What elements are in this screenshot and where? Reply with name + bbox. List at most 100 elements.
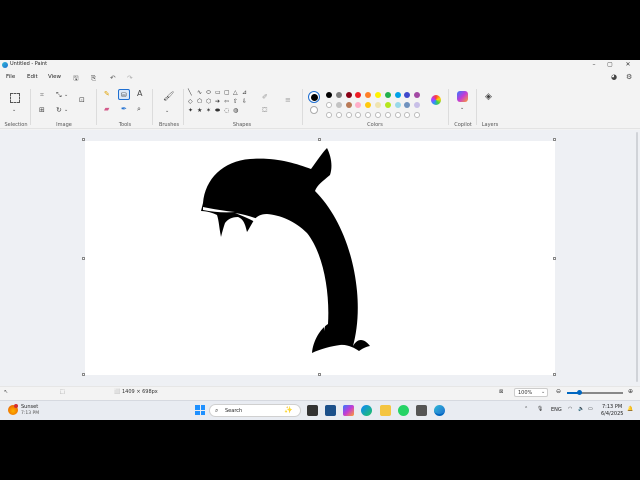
palette-swatch[interactable] bbox=[414, 102, 421, 108]
shape-item[interactable]: △ bbox=[233, 89, 238, 96]
image-select-icon[interactable]: ⊞ bbox=[39, 106, 45, 114]
secondary-color-swatch[interactable] bbox=[310, 106, 318, 114]
tray-overflow-chevron-icon[interactable]: ⌃ bbox=[524, 406, 528, 412]
palette-swatch[interactable] bbox=[326, 102, 332, 108]
palette-swatch[interactable] bbox=[365, 102, 372, 108]
zoom-in-icon[interactable]: ⊕ bbox=[628, 388, 633, 395]
zoom-slider[interactable] bbox=[567, 390, 623, 395]
shape-item[interactable]: ∿ bbox=[197, 89, 202, 96]
custom-color-slot[interactable] bbox=[335, 112, 342, 118]
edit-colors-icon[interactable] bbox=[431, 95, 441, 105]
maximize-button[interactable]: ▢ bbox=[602, 60, 618, 70]
canvas-resize-handle-nw[interactable] bbox=[82, 138, 85, 141]
custom-color-slot[interactable] bbox=[375, 112, 381, 118]
palette-swatch[interactable] bbox=[335, 92, 342, 98]
language-indicator[interactable]: ENG bbox=[551, 407, 562, 413]
custom-color-slot[interactable] bbox=[355, 112, 362, 118]
zoom-slider-thumb[interactable] bbox=[577, 390, 582, 395]
canvas-resize-handle-n[interactable] bbox=[318, 138, 321, 141]
microphone-icon[interactable]: 🎙 bbox=[537, 406, 543, 412]
palette-swatch[interactable] bbox=[384, 92, 391, 98]
redo-icon[interactable]: ↷ bbox=[127, 74, 132, 82]
shape-item[interactable]: ▭ bbox=[215, 89, 221, 96]
share-icon[interactable]: ⎘ bbox=[91, 74, 96, 83]
canvas-resize-handle-s[interactable] bbox=[318, 373, 321, 376]
palette-swatch[interactable] bbox=[404, 102, 411, 108]
file-explorer-icon[interactable] bbox=[380, 405, 391, 416]
layers-icon[interactable]: ◈ bbox=[485, 93, 492, 102]
drawing-canvas[interactable] bbox=[85, 141, 555, 375]
color-picker-icon[interactable]: ✒ bbox=[121, 105, 127, 113]
vertical-scrollbar[interactable] bbox=[636, 132, 638, 382]
edge-browser-icon[interactable] bbox=[361, 405, 372, 416]
text-tool-icon[interactable]: A bbox=[137, 90, 142, 98]
selection-dropdown-chevron-icon[interactable]: ⌄ bbox=[12, 106, 16, 114]
shape-item[interactable]: ⬠ bbox=[197, 98, 202, 105]
custom-color-slot[interactable] bbox=[384, 112, 391, 118]
selection-rectangle-icon[interactable] bbox=[10, 93, 20, 103]
palette-swatch[interactable] bbox=[375, 92, 381, 98]
copilot-taskbar-icon[interactable] bbox=[343, 405, 354, 416]
crop-icon[interactable]: ⌗ bbox=[40, 91, 44, 99]
fit-to-window-icon[interactable]: ⊠ bbox=[499, 389, 503, 395]
snipping-tool-icon[interactable] bbox=[416, 405, 427, 416]
canvas-resize-handle-w[interactable] bbox=[82, 257, 85, 260]
resize-dropdown-icon[interactable]: ⌄ bbox=[64, 91, 68, 99]
brush-icon[interactable]: 🖌 bbox=[163, 93, 174, 102]
start-button[interactable] bbox=[195, 405, 205, 415]
copilot-dropdown-icon[interactable]: ⌄ bbox=[460, 104, 464, 112]
palette-swatch[interactable] bbox=[335, 102, 342, 108]
shape-item[interactable]: ◍ bbox=[233, 107, 238, 114]
palette-swatch[interactable] bbox=[375, 102, 381, 108]
custom-color-slot[interactable] bbox=[326, 112, 332, 118]
shape-item[interactable]: ⬬ bbox=[215, 107, 220, 114]
canvas-resize-handle-sw[interactable] bbox=[82, 373, 85, 376]
shape-size-icon[interactable]: ≡ bbox=[285, 96, 291, 104]
remove-background-icon[interactable]: ⊡ bbox=[79, 96, 85, 104]
account-icon[interactable]: ◕ bbox=[611, 73, 617, 81]
clock-time[interactable]: 7:13 PM bbox=[602, 404, 622, 410]
pencil-icon[interactable]: ✎ bbox=[104, 90, 110, 98]
palette-swatch[interactable] bbox=[404, 92, 411, 98]
custom-color-slot[interactable] bbox=[414, 112, 421, 118]
shape-outline-icon[interactable]: ✐ bbox=[262, 93, 268, 101]
shape-item[interactable]: ◇ bbox=[188, 98, 193, 105]
rotate-dropdown-icon[interactable]: ⌄ bbox=[64, 106, 68, 114]
copilot-icon[interactable] bbox=[457, 91, 468, 102]
rotate-icon[interactable]: ↻ bbox=[56, 106, 62, 114]
battery-icon[interactable]: ▭ bbox=[588, 406, 593, 412]
whatsapp-icon[interactable] bbox=[398, 405, 409, 416]
canvas-resize-handle-e[interactable] bbox=[553, 257, 556, 260]
shape-item[interactable]: ◌ bbox=[224, 107, 229, 114]
palette-swatch[interactable] bbox=[384, 102, 391, 108]
shape-item[interactable]: ★ bbox=[197, 107, 202, 114]
weather-title[interactable]: Sunset bbox=[21, 404, 38, 410]
palette-swatch[interactable] bbox=[345, 92, 352, 98]
undo-icon[interactable]: ↶ bbox=[110, 74, 115, 82]
custom-color-slot[interactable] bbox=[345, 112, 352, 118]
menu-view[interactable]: View bbox=[48, 74, 61, 80]
shape-item[interactable]: ⇩ bbox=[242, 98, 247, 105]
canvas-resize-handle-se[interactable] bbox=[553, 373, 556, 376]
notifications-bell-icon[interactable]: 🔔 bbox=[627, 406, 633, 412]
volume-icon[interactable]: 🔈 bbox=[578, 406, 584, 412]
paint-taskbar-icon[interactable] bbox=[434, 405, 445, 416]
palette-swatch[interactable] bbox=[414, 92, 421, 98]
wifi-icon[interactable]: ◠ bbox=[568, 406, 572, 412]
palette-swatch[interactable] bbox=[355, 92, 362, 98]
shape-item[interactable]: ✶ bbox=[206, 107, 211, 114]
magnifier-icon[interactable]: ⌕ bbox=[137, 105, 141, 113]
shape-item[interactable]: ➔ bbox=[215, 98, 220, 105]
custom-color-slot[interactable] bbox=[365, 112, 372, 118]
clock-date[interactable]: 6/4/2025 bbox=[601, 411, 623, 417]
palette-swatch[interactable] bbox=[365, 92, 372, 98]
zoom-out-icon[interactable]: ⊖ bbox=[556, 388, 561, 395]
close-button[interactable]: ✕ bbox=[620, 60, 636, 70]
shape-item[interactable]: ⬡ bbox=[206, 98, 211, 105]
shape-item[interactable]: ⬭ bbox=[206, 89, 211, 96]
shape-item[interactable]: ⊿ bbox=[242, 89, 247, 96]
custom-color-slot[interactable] bbox=[394, 112, 401, 118]
resize-icon[interactable]: ⤡ bbox=[56, 91, 62, 99]
shape-item[interactable]: ⇧ bbox=[233, 98, 238, 105]
zoom-level-dropdown[interactable]: 100% ⌄ bbox=[514, 388, 548, 397]
